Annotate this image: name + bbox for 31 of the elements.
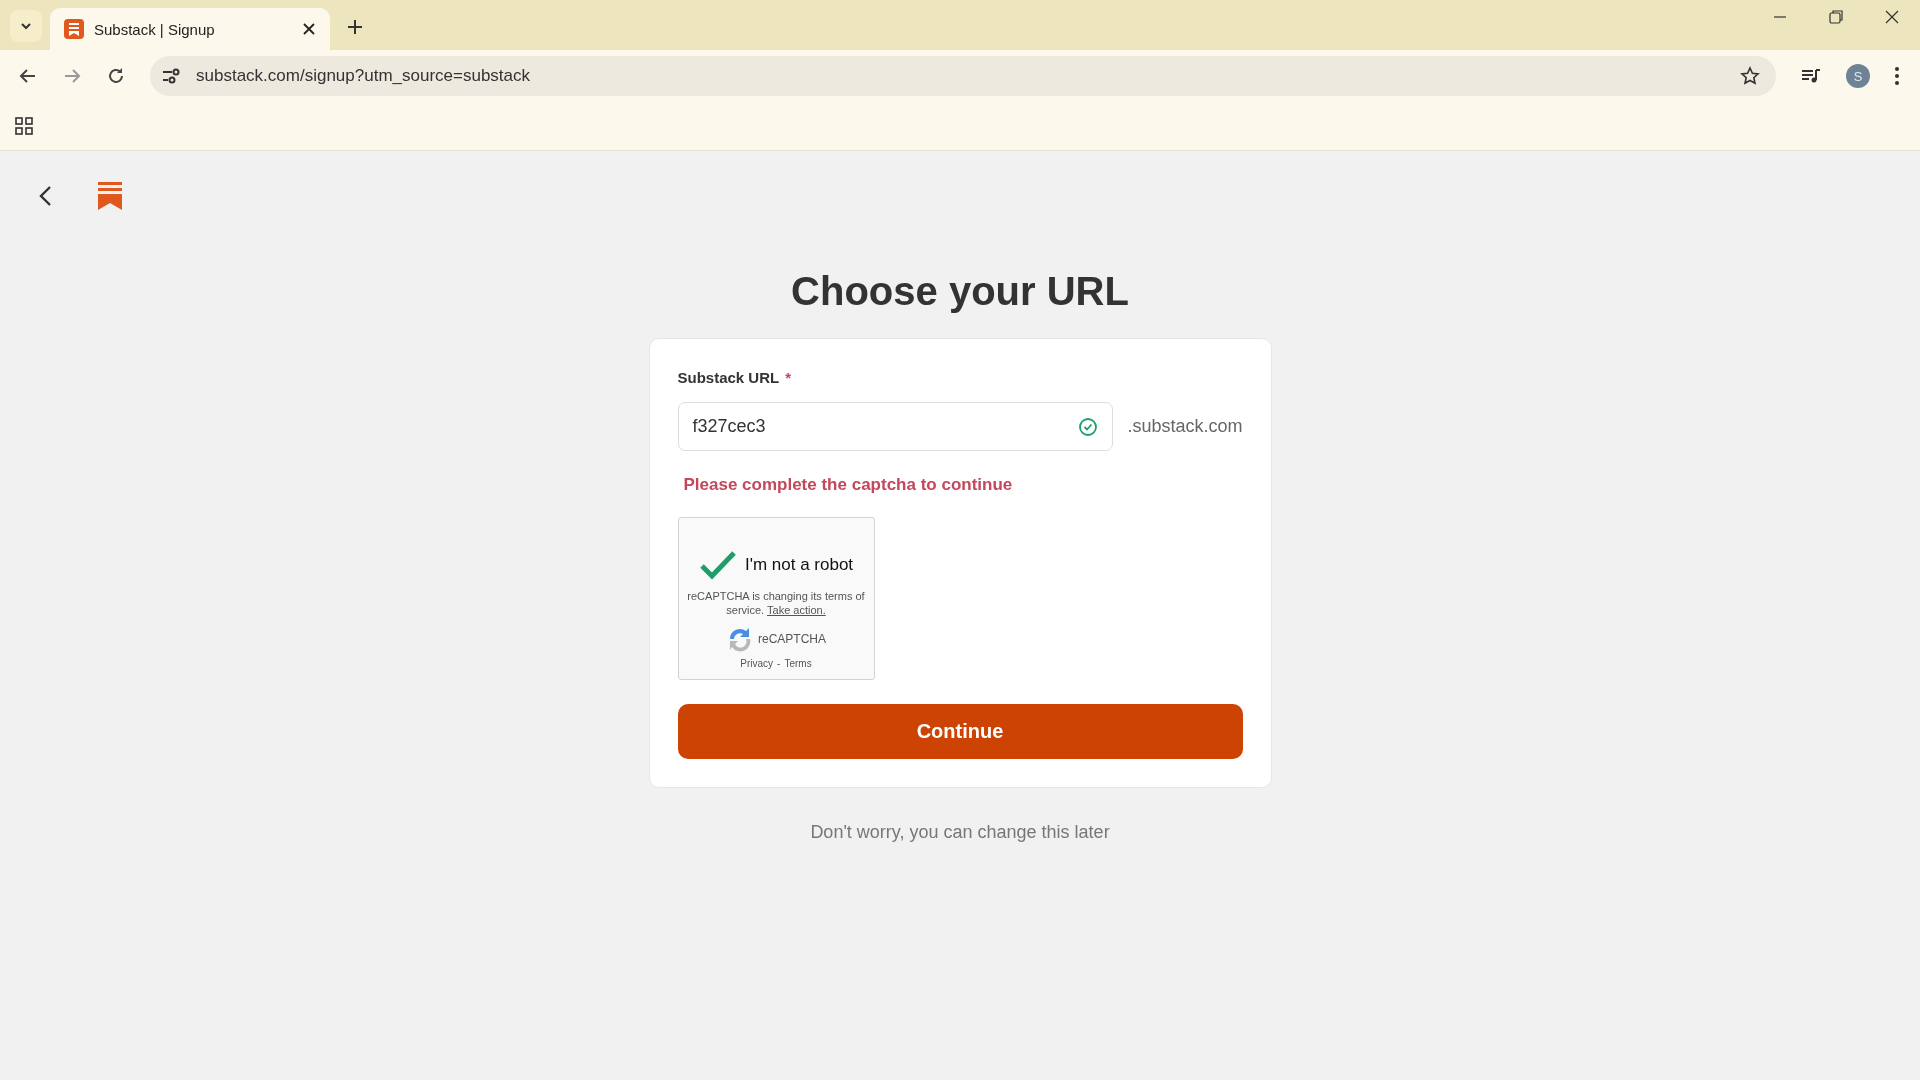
terms-link[interactable]: Terms <box>784 657 812 669</box>
captcha-checkbox[interactable] <box>698 550 737 580</box>
star-icon[interactable] <box>1740 66 1760 86</box>
tab-search-button[interactable] <box>10 10 42 42</box>
browser-tab[interactable]: Substack | Signup <box>50 8 330 50</box>
privacy-link[interactable]: Privacy <box>740 657 774 669</box>
take-action-link[interactable]: Take action. <box>767 603 826 616</box>
address-text: substack.com/signup?utm_source=substack <box>196 66 532 86</box>
page-title: Choose your URL <box>791 269 1129 314</box>
address-bar[interactable]: substack.com/signup?utm_source=substack <box>150 56 1776 96</box>
url-input-field[interactable]: f327cec3 <box>677 402 1114 451</box>
separator: - <box>777 657 781 669</box>
captcha-label: I'm not a robot <box>744 555 854 575</box>
footer-note: Don't worry, you can change this later <box>810 821 1110 843</box>
continue-button[interactable]: Continue <box>677 703 1243 759</box>
captcha-notice: reCAPTCHA is changing its terms of service. Take action. <box>686 590 866 618</box>
required-mark: * <box>785 369 792 386</box>
field-label: Substack URL <box>677 369 780 386</box>
back-chevron-icon[interactable] <box>38 184 54 208</box>
close-icon[interactable] <box>302 22 316 36</box>
new-tab-icon[interactable] <box>346 18 364 36</box>
close-window-icon[interactable] <box>1884 9 1900 25</box>
menu-icon[interactable] <box>1894 66 1900 86</box>
recaptcha-brand: reCAPTCHA <box>758 631 826 646</box>
bookmark-logo-icon <box>64 19 84 39</box>
restore-icon[interactable] <box>1828 9 1844 25</box>
error-message: Please complete the captcha to continue <box>683 475 1014 495</box>
domain-suffix: .substack.com <box>1127 416 1243 437</box>
bookmark-logo-icon[interactable] <box>96 181 124 211</box>
apps-grid-icon[interactable] <box>14 116 34 136</box>
reload-icon[interactable] <box>106 66 126 86</box>
